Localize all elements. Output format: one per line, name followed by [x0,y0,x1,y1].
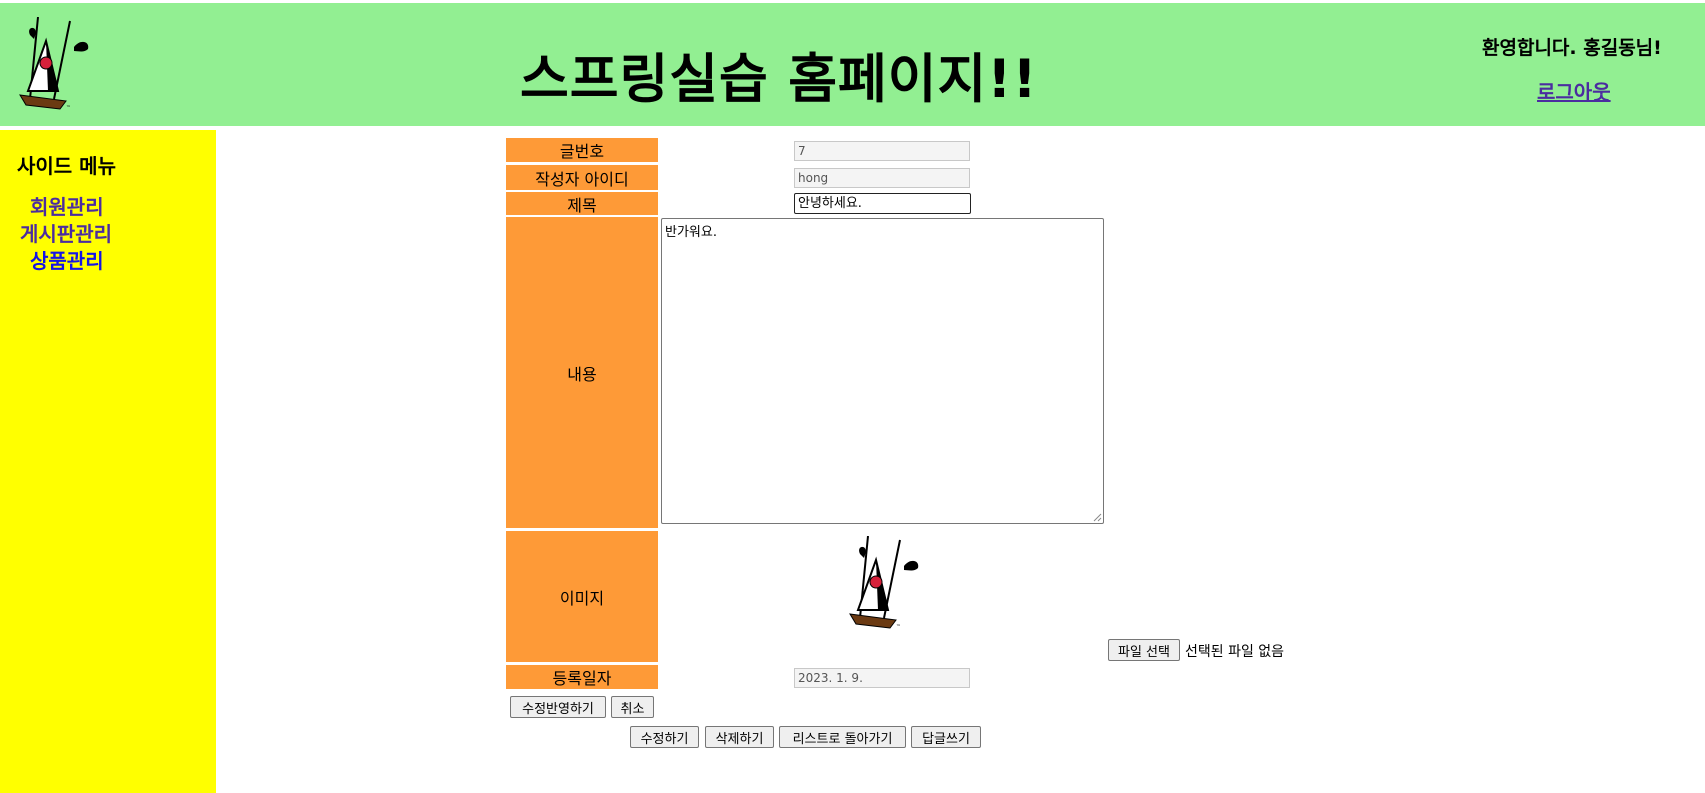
sidebar-item-product-management[interactable]: 상품관리 [30,245,104,274]
resize-grip-icon[interactable] [1093,513,1102,522]
label-article-no: 글번호 [506,138,658,162]
file-status-text: 선택된 파일 없음 [1185,644,1285,660]
writer-id-field: hong [794,168,970,188]
label-image: 이미지 [506,531,658,662]
label-reg-date: 등록일자 [506,665,658,689]
label-writer-id: 작성자 아이디 [506,165,658,190]
article-image-preview: ™ [849,536,919,630]
reg-date-field: 2023. 1. 9. [794,668,970,688]
svg-text:™: ™ [66,105,71,111]
label-content: 내용 [506,217,658,528]
article-no-field: 7 [794,141,970,161]
label-title: 제목 [506,192,658,215]
back-to-list-button[interactable]: 리스트로 돌아가기 [779,726,906,748]
sidebar-item-member-management[interactable]: 회원관리 [30,191,104,220]
welcome-message: 환영합니다. 홍길동님! [1482,37,1662,59]
sidebar: 사이드 메뉴 회원관리 게시판관리 상품관리 [0,130,216,793]
title-input[interactable]: 안녕하세요. [794,193,971,214]
file-select-button[interactable]: 파일 선택 [1108,639,1180,661]
site-title: 스프링실습 홈페이지!! [520,49,1038,110]
logout-link[interactable]: 로그아웃 [1537,76,1611,105]
content-textarea[interactable]: 반가워요. [661,218,1104,524]
content-text: 반가워요. [665,225,717,240]
delete-button[interactable]: 삭제하기 [705,726,774,748]
sidebar-title: 사이드 메뉴 [17,154,116,178]
reply-button[interactable]: 답글쓰기 [911,726,981,748]
svg-text:™: ™ [896,624,901,630]
apply-edit-button[interactable]: 수정반영하기 [510,696,606,718]
sidebar-item-board-management[interactable]: 게시판관리 [20,218,112,247]
edit-button[interactable]: 수정하기 [630,726,699,748]
header-banner: ™ 스프링실습 홈페이지!! 환영합니다. 홍길동님! 로그아웃 [0,3,1705,126]
duke-swing-logo-icon: ™ [19,17,89,111]
cancel-button[interactable]: 취소 [611,696,654,718]
